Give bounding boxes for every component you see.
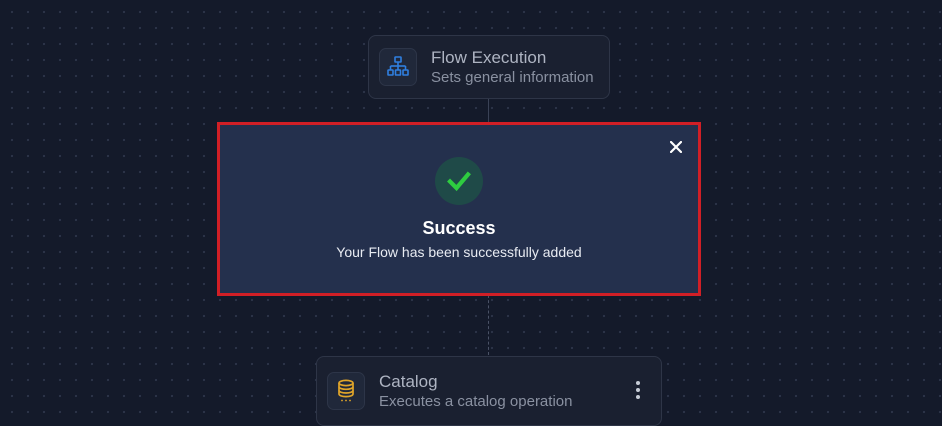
catalog-node-subtitle: Executes a catalog operation <box>379 393 573 410</box>
database-icon <box>327 372 365 410</box>
catalog-node[interactable]: Catalog Executes a catalog operation <box>316 356 662 426</box>
hierarchy-icon <box>379 48 417 86</box>
kebab-menu-icon[interactable] <box>635 381 641 399</box>
catalog-node-title: Catalog <box>379 372 438 391</box>
check-icon <box>435 157 483 205</box>
flow-connector <box>488 99 489 123</box>
modal-message: Your Flow has been successfully added <box>336 244 582 260</box>
flow-execution-node[interactable]: Flow Execution Sets general information <box>368 35 610 99</box>
modal-title: Success <box>422 218 496 238</box>
success-modal: Success Your Flow has been successfully … <box>217 122 701 296</box>
flow-node-title: Flow Execution <box>431 48 547 67</box>
catalog-connector <box>488 295 489 355</box>
close-icon[interactable] <box>667 138 685 156</box>
flow-node-subtitle: Sets general information <box>431 69 594 86</box>
